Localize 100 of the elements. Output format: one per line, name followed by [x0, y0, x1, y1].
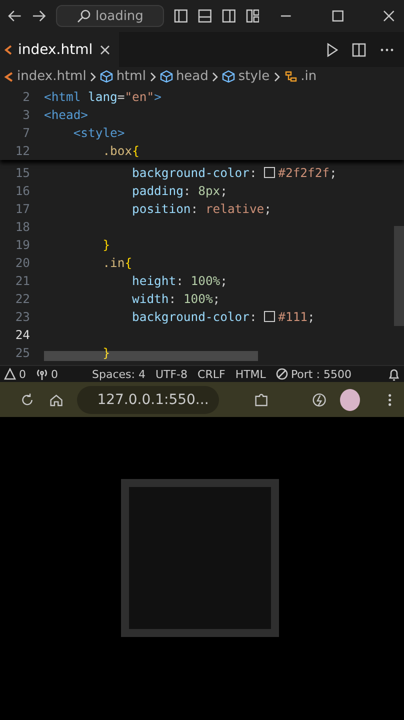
- close-icon[interactable]: [98, 44, 111, 56]
- line-number: 18: [14, 220, 31, 234]
- split-editor-icon[interactable]: [352, 42, 366, 56]
- color-swatch-icon[interactable]: [264, 311, 276, 322]
- code-token: <html: [44, 90, 81, 104]
- menu-dots-icon[interactable]: [388, 392, 392, 408]
- selector-icon: [284, 70, 298, 83]
- split-layout-icon[interactable]: [222, 9, 236, 23]
- back-arrow-icon[interactable]: [8, 9, 22, 23]
- sidebar-layout-icon[interactable]: [174, 9, 188, 23]
- home-icon[interactable]: [48, 392, 64, 408]
- line-number: 12: [14, 144, 31, 158]
- code-token: :: [249, 166, 258, 180]
- code-token: }: [102, 238, 110, 252]
- breadcrumb-item[interactable]: head: [160, 69, 208, 84]
- status-item[interactable]: 0: [36, 368, 58, 380]
- cube-icon: [160, 70, 173, 83]
- status-item[interactable]: Spaces: 4: [92, 368, 146, 380]
- search-icon: [76, 9, 91, 23]
- code-token: ;: [264, 202, 272, 216]
- close-icon[interactable]: [382, 9, 396, 23]
- code-token: >: [154, 90, 162, 104]
- tab-label: index.html: [18, 42, 93, 58]
- line-number: 24: [14, 328, 31, 342]
- code-token: ;: [330, 166, 337, 180]
- code-token: :: [190, 202, 200, 216]
- code-token: .box: [102, 144, 132, 158]
- bell-icon[interactable]: [388, 368, 400, 380]
- breadcrumb-item[interactable]: style: [222, 69, 270, 84]
- antenna-icon: [36, 368, 48, 380]
- cube-icon: [222, 70, 236, 83]
- address-bar[interactable]: 127.0.0.1:550...: [77, 386, 220, 414]
- breadcrumb-item[interactable]: .in: [284, 69, 317, 84]
- chevron-icon: [150, 72, 156, 82]
- reload-icon[interactable]: [20, 392, 35, 408]
- search-placeholder: loading: [96, 8, 144, 24]
- panel-layout-icon[interactable]: [198, 9, 212, 23]
- line-number: 21: [14, 274, 31, 288]
- code-token: width: [131, 292, 169, 306]
- breadcrumb-item[interactable]: html: [100, 69, 146, 84]
- code-token: =: [117, 90, 125, 104]
- maximize-icon[interactable]: [330, 9, 344, 23]
- code-token: 8px: [198, 184, 220, 198]
- code-token: ;: [220, 184, 228, 198]
- code-token: {: [132, 144, 140, 158]
- code-token: #111: [278, 310, 308, 324]
- code-token: "en": [124, 90, 154, 104]
- code-token: padding: [131, 184, 184, 198]
- status-item[interactable]: Port : 5500: [276, 368, 352, 380]
- line-number: 23: [14, 310, 31, 324]
- search-field[interactable]: loading: [56, 5, 164, 27]
- status-item[interactable]: CRLF: [198, 368, 226, 380]
- code-token: position: [131, 202, 191, 216]
- status-item[interactable]: HTML: [235, 368, 266, 380]
- code-token: background-color: [131, 166, 250, 180]
- status-item[interactable]: 0: [4, 368, 26, 380]
- breadcrumb-label: html: [116, 69, 146, 84]
- cube-icon: [100, 70, 114, 83]
- breadcrumb-item[interactable]: index.html: [4, 69, 86, 84]
- code-token: :: [176, 274, 184, 288]
- code-token: ;: [308, 310, 315, 324]
- chevron-icon: [212, 72, 218, 82]
- line-number: 19: [14, 238, 31, 252]
- profile-avatar[interactable]: [340, 388, 360, 410]
- code-token: #2f2f2f: [278, 166, 330, 180]
- line-number: 3: [22, 108, 31, 122]
- status-text: Port : 5500: [290, 368, 352, 380]
- grid-layout-icon[interactable]: [246, 9, 260, 23]
- code-token: .in: [102, 256, 125, 270]
- status-item[interactable]: UTF-8: [155, 368, 188, 380]
- line-number: 2: [22, 90, 31, 104]
- code-token: :: [168, 292, 178, 306]
- code-token: lang: [87, 90, 118, 104]
- code-token: <style>: [72, 126, 125, 140]
- code-token: :: [249, 310, 258, 324]
- vertical-scrollbar[interactable]: [394, 226, 404, 326]
- forward-arrow-icon[interactable]: [32, 9, 46, 23]
- html-file-icon: [4, 44, 12, 56]
- breadcrumb-label: .in: [300, 69, 317, 84]
- chevron-icon: [90, 72, 96, 82]
- breadcrumb-label: index.html: [17, 69, 86, 84]
- line-number: 25: [14, 346, 31, 360]
- line-number: 16: [14, 184, 31, 198]
- code-token: background-color: [131, 310, 250, 324]
- code-token: relative: [205, 202, 264, 216]
- breadcrumb-label: style: [238, 69, 270, 84]
- no-entry-icon: [276, 368, 288, 380]
- color-swatch-icon[interactable]: [264, 167, 276, 178]
- status-count: 0: [19, 368, 26, 380]
- line-number: 7: [22, 126, 31, 140]
- breadcrumb-label: head: [176, 69, 208, 84]
- code-token: ;: [220, 274, 228, 288]
- code-token: }: [102, 346, 110, 360]
- html-file-icon: [4, 70, 14, 82]
- line-number: 22: [14, 292, 31, 306]
- editor-tab[interactable]: index.html: [0, 32, 119, 67]
- run-icon[interactable]: [326, 42, 338, 56]
- chevron-icon: [274, 72, 280, 82]
- code-token: 100%: [190, 274, 220, 288]
- puzzle-icon[interactable]: [254, 392, 270, 408]
